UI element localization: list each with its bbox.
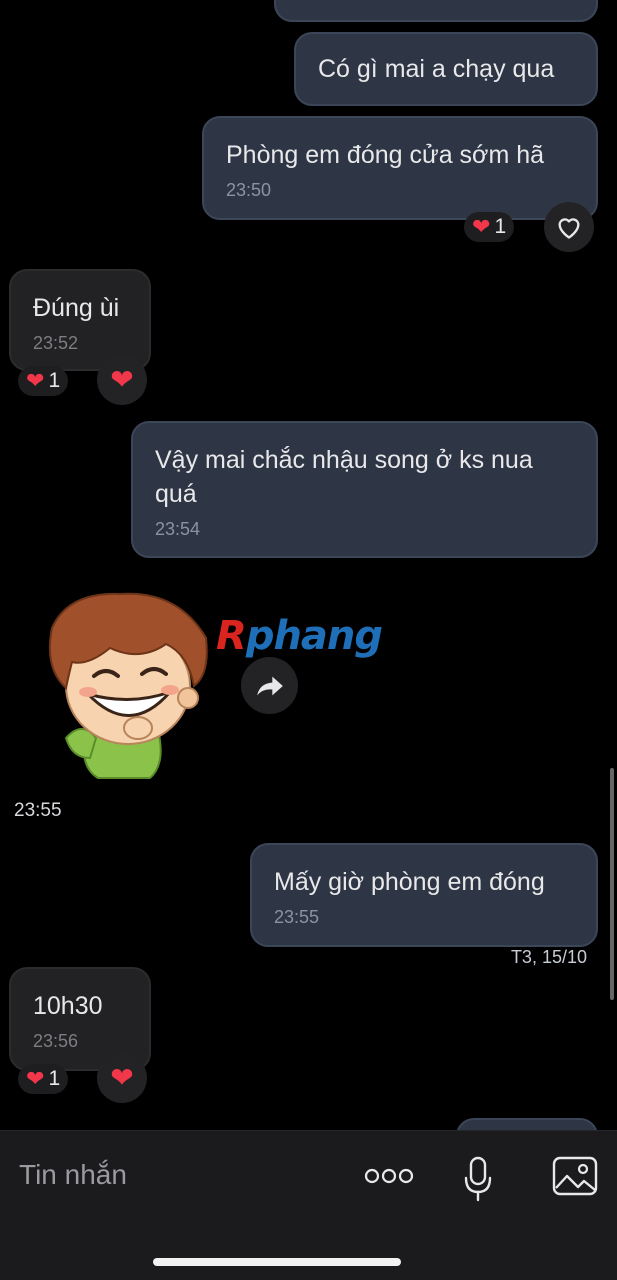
reaction-count: 1 <box>48 369 61 392</box>
image-icon <box>552 1156 598 1196</box>
heart-icon: ❤ <box>26 1066 45 1091</box>
partial-message-bubble[interactable] <box>274 0 598 22</box>
message-text: Có gì mai a chạy qua <box>318 55 555 83</box>
more-dots-icon <box>364 1168 414 1184</box>
forward-button[interactable] <box>241 657 298 714</box>
message-time: 23:50 <box>226 180 272 200</box>
outgoing-message-bubble[interactable]: Phòng em đóng cửa sớm hã 23:50 <box>202 116 598 220</box>
date-label: T3, 15/10 <box>510 947 587 967</box>
share-forward-icon <box>256 676 283 695</box>
message-composer: Tin nhắn <box>0 1130 617 1280</box>
voice-record-button[interactable] <box>458 1153 498 1205</box>
message-time: 23:56 <box>33 1031 79 1051</box>
message-time: 23:52 <box>33 333 79 353</box>
message-text: Đúng ùi <box>33 294 120 322</box>
attach-image-button[interactable] <box>550 1154 600 1198</box>
message-text: Mấy giờ phòng em đóng <box>274 868 545 896</box>
message-text: Phòng em đóng cửa sớm hã <box>226 141 545 169</box>
message-text: Vậy mai chắc nhậu song ở ks nua quá <box>155 446 533 508</box>
heart-icon: ❤ <box>110 1062 134 1093</box>
outgoing-message-bubble[interactable]: Mấy giờ phòng em đóng 23:55 <box>250 843 598 947</box>
reaction-count-pill[interactable]: ❤ 1 <box>464 212 515 242</box>
reaction-count: 1 <box>48 1067 61 1090</box>
react-button[interactable] <box>544 202 594 252</box>
heart-icon: ❤ <box>26 368 45 393</box>
react-button[interactable]: ❤ <box>97 355 147 405</box>
message-input[interactable]: Tin nhắn <box>19 1159 127 1191</box>
message-text: 10h30 <box>33 992 103 1020</box>
heart-outline-icon <box>558 218 580 239</box>
home-indicator[interactable] <box>153 1258 401 1266</box>
reaction-count-pill[interactable]: ❤ 1 <box>18 366 69 396</box>
message-time: 23:54 <box>155 519 201 539</box>
more-options-button[interactable] <box>362 1159 416 1193</box>
react-button[interactable]: ❤ <box>97 1053 147 1103</box>
reaction-count: 1 <box>494 215 507 238</box>
message-time: 23:55 <box>14 800 62 821</box>
outgoing-message-bubble[interactable]: Vậy mai chắc nhậu song ở ks nua quá 23:5… <box>131 421 598 558</box>
microphone-icon <box>464 1156 492 1202</box>
reaction-count-pill[interactable]: ❤ 1 <box>18 1064 69 1094</box>
outgoing-message-bubble[interactable]: Có gì mai a chạy qua <box>294 32 598 106</box>
watermark-logo: Rphang <box>216 613 383 659</box>
message-time: 23:55 <box>274 907 320 927</box>
heart-icon: ❤ <box>472 214 491 239</box>
sticker-image[interactable] <box>38 588 213 783</box>
scrollbar[interactable] <box>610 768 614 1000</box>
heart-icon: ❤ <box>110 364 134 395</box>
